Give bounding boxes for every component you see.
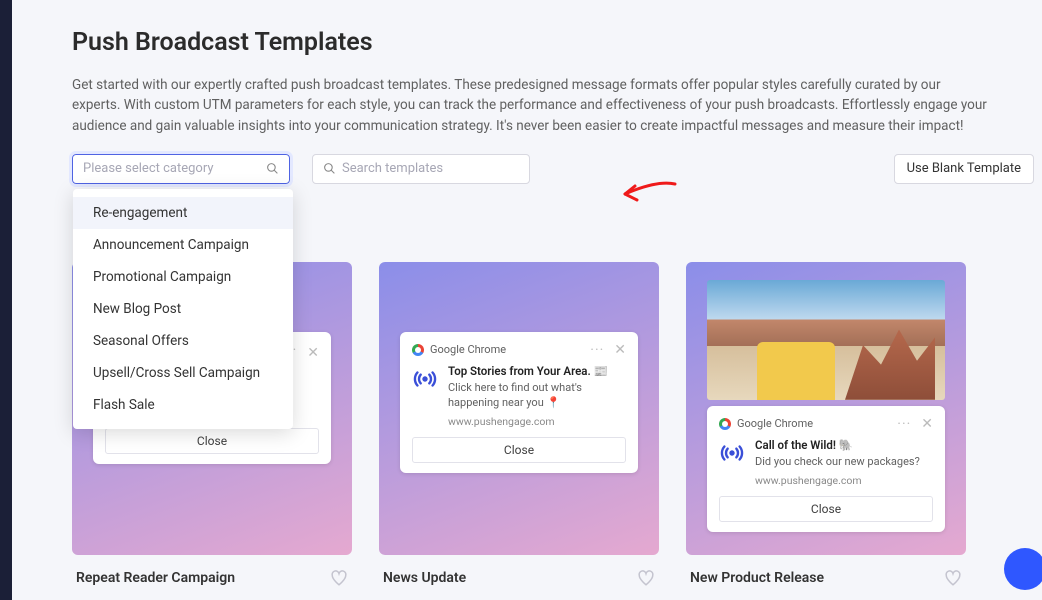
card-preview: Google Chrome ··· ✕ Top Stories from You… <box>379 262 659 555</box>
page-description: Get started with our expertly crafted pu… <box>72 75 992 136</box>
notif-close-button[interactable]: Close <box>719 496 933 522</box>
card-title: News Update <box>383 570 466 586</box>
use-blank-template-button[interactable]: Use Blank Template <box>894 154 1034 184</box>
notif-title: Top Stories from Your Area. 📰 <box>448 364 626 380</box>
dropdown-item-blog[interactable]: New Blog Post <box>73 293 293 325</box>
page-title: Push Broadcast Templates <box>72 28 1034 57</box>
notif-message: Click here to find out what's happening … <box>448 381 626 411</box>
search-icon <box>323 162 336 175</box>
card-preview: Google Chrome ··· ✕ Call of the Wild! 🐘 … <box>686 262 966 555</box>
favorite-icon[interactable] <box>944 569 962 587</box>
dropdown-item-flash[interactable]: Flash Sale <box>73 389 293 421</box>
chrome-icon <box>412 344 424 356</box>
category-select[interactable]: Re-engagement Announcement Campaign Prom… <box>72 154 290 184</box>
notification-preview: Google Chrome ··· ✕ Top Stories from You… <box>400 332 638 473</box>
favorite-icon[interactable] <box>330 569 348 587</box>
notif-message: Did you check our new packages? <box>755 455 920 470</box>
notif-site: www.pushengage.com <box>755 474 920 488</box>
close-icon[interactable]: ✕ <box>614 342 626 358</box>
close-icon[interactable]: ✕ <box>307 345 319 361</box>
card-title: Repeat Reader Campaign <box>76 570 235 586</box>
dropdown-item-re-engagement[interactable]: Re-engagement <box>73 197 293 229</box>
notif-close-button[interactable]: Close <box>412 437 626 463</box>
close-icon[interactable]: ✕ <box>921 416 933 432</box>
category-dropdown: Re-engagement Announcement Campaign Prom… <box>73 189 293 429</box>
broadcast-icon <box>719 440 745 466</box>
dropdown-item-seasonal[interactable]: Seasonal Offers <box>73 325 293 357</box>
more-icon: ··· <box>897 416 911 432</box>
notif-site: www.pushengage.com <box>448 415 626 429</box>
template-card[interactable]: Google Chrome ··· ✕ Call of the Wild! 🐘 … <box>686 262 966 587</box>
search-icon <box>266 162 279 175</box>
category-input[interactable] <box>83 161 266 176</box>
controls-row: Re-engagement Announcement Campaign Prom… <box>72 154 1034 184</box>
dropdown-item-announcement[interactable]: Announcement Campaign <box>73 229 293 261</box>
notif-close-button[interactable]: Close <box>105 428 319 454</box>
broadcast-icon <box>412 366 438 392</box>
chrome-icon <box>719 418 731 430</box>
dropdown-item-upsell[interactable]: Upsell/Cross Sell Campaign <box>73 357 293 389</box>
dropdown-item-promotional[interactable]: Promotional Campaign <box>73 261 293 293</box>
favorite-icon[interactable] <box>637 569 655 587</box>
search-box[interactable] <box>312 154 530 184</box>
chat-fab[interactable] <box>1004 548 1042 590</box>
notif-browser: Google Chrome <box>430 343 506 356</box>
notification-preview: Google Chrome ··· ✕ Call of the Wild! 🐘 … <box>707 406 945 533</box>
hero-image <box>707 280 945 400</box>
annotation-arrow <box>617 178 677 208</box>
search-input[interactable] <box>342 161 519 176</box>
more-icon: ··· <box>590 342 604 358</box>
card-title: New Product Release <box>690 570 824 586</box>
nav-rail <box>0 0 12 600</box>
notif-browser: Google Chrome <box>737 417 813 430</box>
template-card[interactable]: Google Chrome ··· ✕ Top Stories from You… <box>379 262 659 587</box>
notif-title: Call of the Wild! 🐘 <box>755 438 920 454</box>
